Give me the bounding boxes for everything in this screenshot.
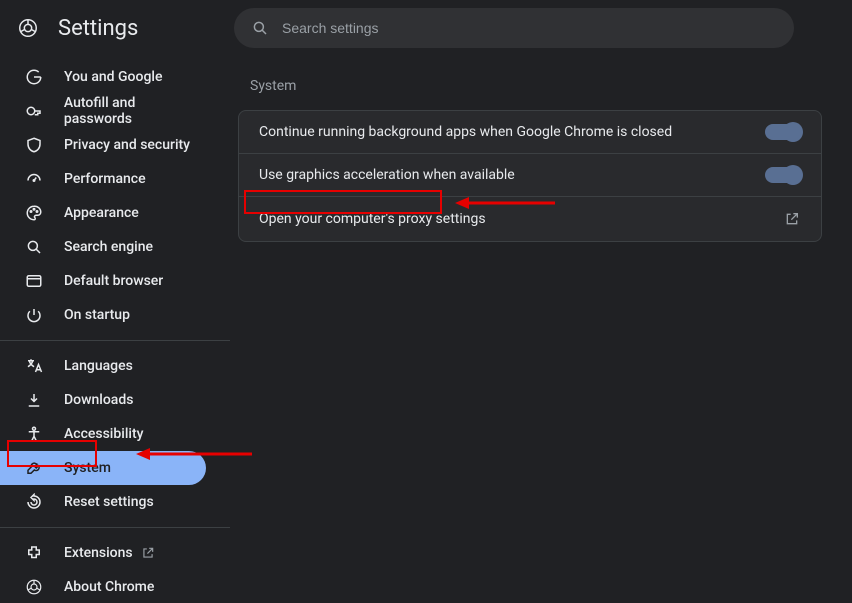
sidebar-item-label: System: [64, 460, 111, 476]
sidebar-item-label: Search engine: [64, 239, 153, 255]
header: Settings: [0, 0, 852, 56]
sidebar-item-label: Languages: [64, 358, 133, 374]
sidebar-item-system[interactable]: System: [0, 451, 206, 485]
extension-icon: [24, 543, 44, 563]
sidebar-item-default-browser[interactable]: Default browser: [0, 264, 206, 298]
chrome-icon: [24, 577, 44, 597]
sidebar-item-label: About Chrome: [64, 579, 154, 595]
sidebar-item-extensions[interactable]: Extensions: [0, 536, 206, 570]
system-card: Continue running background apps when Go…: [238, 110, 822, 242]
download-icon: [24, 390, 44, 410]
sidebar-item-label: Performance: [64, 171, 146, 187]
row-background-apps[interactable]: Continue running background apps when Go…: [239, 111, 821, 154]
autofill-icon: [24, 101, 44, 121]
search-icon: [250, 18, 270, 38]
palette-icon: [24, 203, 44, 223]
translate-icon: [24, 356, 44, 376]
search-input[interactable]: [282, 20, 778, 36]
sidebar-item-search-engine[interactable]: Search engine: [0, 230, 206, 264]
section-title: System: [250, 78, 822, 94]
speed-icon: [24, 169, 44, 189]
sidebar-item-label: Accessibility: [64, 426, 143, 442]
sidebar-item-label: Reset settings: [64, 494, 154, 510]
toggle-background-apps[interactable]: [765, 124, 801, 140]
divider: [0, 340, 230, 341]
row-label: Open your computer's proxy settings: [259, 211, 486, 227]
sidebar-item-label: Privacy and security: [64, 137, 190, 153]
sidebar-item-on-startup[interactable]: On startup: [0, 298, 206, 332]
toggle-graphics-acceleration[interactable]: [765, 167, 801, 183]
sidebar-item-label: You and Google: [64, 69, 162, 85]
sidebar-item-label: Autofill and passwords: [64, 95, 206, 127]
sidebar: You and Google Autofill and passwords Pr…: [0, 56, 230, 603]
reset-icon: [24, 492, 44, 512]
sidebar-item-downloads[interactable]: Downloads: [0, 383, 206, 417]
shield-icon: [24, 135, 44, 155]
external-link-icon: [141, 546, 155, 560]
sidebar-item-label: Default browser: [64, 273, 163, 289]
row-label: Continue running background apps when Go…: [259, 124, 672, 140]
sidebar-item-performance[interactable]: Performance: [0, 162, 206, 196]
sidebar-item-label: Appearance: [64, 205, 139, 221]
browser-icon: [24, 271, 44, 291]
row-label: Use graphics acceleration when available: [259, 167, 515, 183]
header-title: Settings: [58, 16, 138, 41]
google-icon: [24, 67, 44, 87]
header-left: Settings: [16, 16, 230, 41]
sidebar-item-label: Extensions: [64, 545, 133, 561]
layout: You and Google Autofill and passwords Pr…: [0, 56, 852, 603]
sidebar-item-reset-settings[interactable]: Reset settings: [0, 485, 206, 519]
chrome-icon: [16, 16, 40, 40]
search-icon: [24, 237, 44, 257]
sidebar-item-languages[interactable]: Languages: [0, 349, 206, 383]
sidebar-item-label: Downloads: [64, 392, 133, 408]
accessibility-icon: [24, 424, 44, 444]
sidebar-item-you-and-google[interactable]: You and Google: [0, 60, 206, 94]
sidebar-item-accessibility[interactable]: Accessibility: [0, 417, 206, 451]
row-graphics-acceleration[interactable]: Use graphics acceleration when available: [239, 154, 821, 197]
sidebar-item-privacy[interactable]: Privacy and security: [0, 128, 206, 162]
sidebar-item-about-chrome[interactable]: About Chrome: [0, 570, 206, 603]
row-proxy-settings[interactable]: Open your computer's proxy settings: [239, 197, 821, 241]
external-link-icon: [783, 210, 801, 228]
search-bar[interactable]: [234, 8, 794, 48]
power-icon: [24, 305, 44, 325]
main-content: System Continue running background apps …: [230, 56, 852, 603]
sidebar-item-appearance[interactable]: Appearance: [0, 196, 206, 230]
sidebar-item-autofill[interactable]: Autofill and passwords: [0, 94, 206, 128]
divider: [0, 527, 230, 528]
sidebar-item-label: On startup: [64, 307, 130, 323]
wrench-icon: [24, 458, 44, 478]
